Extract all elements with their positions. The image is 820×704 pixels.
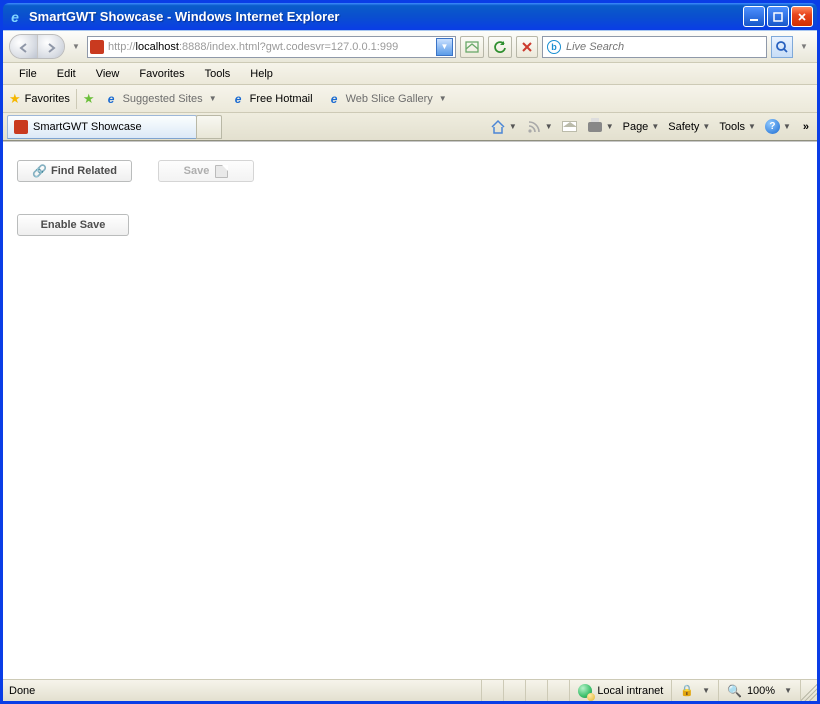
- ie-icon: e: [7, 9, 23, 25]
- new-tab-button[interactable]: [196, 115, 222, 139]
- refresh-button[interactable]: [488, 36, 512, 58]
- nav-toolbar: ▼ http://localhost:8888/index.html?gwt.c…: [3, 31, 817, 63]
- ie-icon: e: [327, 91, 342, 106]
- forward-button[interactable]: [37, 35, 64, 59]
- tab-active[interactable]: SmartGWT Showcase: [7, 115, 197, 139]
- free-hotmail-link[interactable]: e Free Hotmail: [226, 89, 318, 108]
- lock-icon: 🔒: [680, 684, 694, 697]
- compat-view-button[interactable]: [460, 36, 484, 58]
- help-button[interactable]: ?▼: [762, 117, 794, 136]
- titlebar: e SmartGWT Showcase - Windows Internet E…: [3, 3, 817, 30]
- menu-bar: File Edit View Favorites Tools Help: [3, 63, 817, 85]
- search-box[interactable]: b: [542, 36, 767, 58]
- rss-icon: [526, 119, 542, 135]
- address-bar[interactable]: http://localhost:8888/index.html?gwt.cod…: [87, 36, 456, 58]
- print-button[interactable]: ▼: [584, 117, 617, 137]
- resize-grip[interactable]: [800, 680, 817, 701]
- add-favorite-icon[interactable]: ★: [83, 91, 95, 107]
- menu-favorites[interactable]: Favorites: [131, 65, 192, 83]
- status-slot: [481, 680, 503, 701]
- menu-file[interactable]: File: [11, 65, 45, 83]
- star-icon: ★: [9, 91, 21, 107]
- save-icon: [215, 165, 228, 178]
- window-title: SmartGWT Showcase - Windows Internet Exp…: [29, 9, 743, 24]
- page-menu[interactable]: Page▼: [620, 119, 663, 135]
- zoom-control[interactable]: 🔍 100% ▼: [718, 680, 800, 701]
- nav-history-dropdown[interactable]: ▼: [69, 42, 83, 51]
- back-button[interactable]: [10, 35, 37, 59]
- close-button[interactable]: [791, 6, 813, 27]
- security-zone[interactable]: Local intranet: [569, 680, 671, 701]
- protected-mode[interactable]: 🔒▼: [671, 680, 718, 701]
- favorites-button[interactable]: Favorites: [25, 93, 70, 105]
- tools-menu[interactable]: Tools▼: [716, 119, 759, 135]
- menu-edit[interactable]: Edit: [49, 65, 84, 83]
- status-slot: [525, 680, 547, 701]
- mail-icon: [562, 119, 578, 135]
- status-slot: [547, 680, 569, 701]
- menu-tools[interactable]: Tools: [197, 65, 239, 83]
- tab-strip: SmartGWT Showcase ▼ ▼ ▼: [3, 113, 817, 141]
- save-button: Save: [158, 160, 254, 182]
- maximize-button[interactable]: [767, 6, 789, 27]
- home-button[interactable]: ▼: [487, 117, 520, 137]
- search-dropdown[interactable]: ▼: [797, 42, 811, 51]
- stop-button[interactable]: [516, 36, 538, 58]
- web-slice-gallery-link[interactable]: e Web Slice Gallery ▼: [322, 89, 452, 108]
- find-related-button[interactable]: 🔗 Find Related: [17, 160, 132, 182]
- address-dropdown[interactable]: ▼: [436, 38, 453, 56]
- status-bar: Done Local intranet 🔒▼ 🔍 100% ▼: [3, 679, 817, 701]
- ie-icon: e: [104, 91, 119, 106]
- bing-icon: b: [547, 40, 561, 54]
- search-input[interactable]: [566, 41, 762, 53]
- enable-save-button[interactable]: Enable Save: [17, 214, 129, 236]
- help-icon: ?: [765, 119, 780, 134]
- menu-help[interactable]: Help: [242, 65, 281, 83]
- site-icon: [90, 40, 104, 54]
- status-text: Done: [3, 680, 43, 701]
- read-mail-button[interactable]: [559, 117, 581, 137]
- address-url: http://localhost:8888/index.html?gwt.cod…: [108, 41, 432, 53]
- suggested-sites-link[interactable]: e Suggested Sites ▼: [99, 89, 222, 108]
- globe-icon: [578, 684, 592, 698]
- printer-icon: [587, 119, 603, 135]
- home-icon: [490, 119, 506, 135]
- search-button[interactable]: [771, 36, 793, 58]
- link-icon: 🔗: [32, 164, 45, 178]
- safety-menu[interactable]: Safety▼: [665, 119, 713, 135]
- site-icon: [14, 120, 28, 134]
- zoom-icon: 🔍: [727, 684, 742, 698]
- status-slot: [503, 680, 525, 701]
- favorites-bar: ★ Favorites ★ e Suggested Sites ▼ e Free…: [3, 85, 817, 113]
- menu-view[interactable]: View: [88, 65, 128, 83]
- page-content: 🔗 Find Related Save Enable Save: [3, 141, 817, 679]
- feeds-button[interactable]: ▼: [523, 117, 556, 137]
- toolbar-overflow[interactable]: »: [797, 121, 813, 133]
- ie-icon: e: [231, 91, 246, 106]
- tab-label: SmartGWT Showcase: [33, 121, 142, 133]
- minimize-button[interactable]: [743, 6, 765, 27]
